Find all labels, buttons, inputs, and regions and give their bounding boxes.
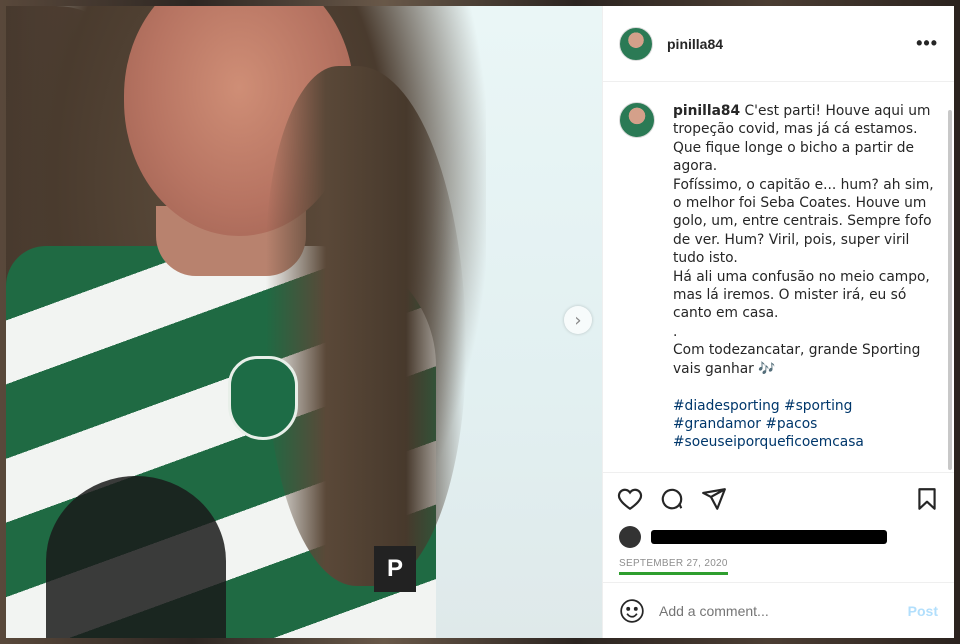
caption-line: canto em casa. bbox=[673, 305, 779, 322]
caption-line: Há ali uma confusão no meio campo, bbox=[673, 268, 930, 285]
emoji-icon[interactable] bbox=[619, 598, 645, 624]
caption-line: tropeção covid, mas já cá estamos. bbox=[673, 121, 918, 138]
photo-jersey-shadow bbox=[46, 476, 226, 638]
caption-line: pinilla84 C'est parti! Houve aqui um bbox=[673, 102, 934, 120]
more-icon[interactable]: ••• bbox=[916, 33, 938, 54]
caption-line: vais ganhar 🎶 bbox=[673, 360, 776, 377]
post-photo[interactable]: P › bbox=[6, 6, 602, 638]
next-photo-button[interactable]: › bbox=[564, 306, 592, 334]
post-modal: P › pinilla84 ••• pinilla84 C'est parti!… bbox=[6, 6, 954, 638]
comment-input[interactable] bbox=[659, 602, 908, 619]
post-caption: pinilla84 C'est parti! Houve aqui um tro… bbox=[673, 102, 934, 472]
caption-line: Que fique longe o bicho a partir de bbox=[673, 139, 915, 156]
share-icon[interactable] bbox=[701, 486, 727, 512]
caption-line: . bbox=[673, 323, 678, 340]
caption-line: agora. bbox=[673, 158, 718, 175]
add-comment-bar: Post bbox=[603, 582, 954, 638]
liker-avatar[interactable] bbox=[619, 526, 641, 548]
liked-by-row bbox=[603, 524, 954, 550]
caption-username[interactable]: pinilla84 bbox=[673, 103, 740, 119]
hashtag-line[interactable]: #soeuseiporqueficoemcasa bbox=[673, 433, 934, 451]
photo-jersey-badge: P bbox=[374, 546, 416, 592]
post-side-panel: pinilla84 ••• pinilla84 C'est parti! Hou… bbox=[602, 6, 954, 638]
post-date[interactable]: SEPTEMBER 27, 2020 bbox=[603, 550, 954, 582]
caption-line: tudo isto. bbox=[673, 250, 738, 267]
post-comment-button[interactable]: Post bbox=[908, 603, 938, 619]
comments-area: pinilla84 C'est parti! Houve aqui um tro… bbox=[603, 82, 954, 472]
caption-line: de ver. Hum? Viril, pois, super viril bbox=[673, 231, 910, 248]
photo-crest bbox=[228, 356, 298, 440]
comment-icon[interactable] bbox=[659, 486, 685, 512]
caption-text: C'est parti! Houve aqui um bbox=[744, 103, 931, 119]
caption-line: Com todezancatar, grande Sporting bbox=[673, 342, 921, 359]
redacted-likes-text bbox=[651, 530, 887, 544]
comments-scrollbar[interactable] bbox=[948, 110, 952, 470]
action-bar bbox=[603, 472, 954, 524]
post-header: pinilla84 ••• bbox=[603, 6, 954, 82]
caption-line: golo, um, entre centrais. Sempre fofo bbox=[673, 213, 932, 230]
author-username[interactable]: pinilla84 bbox=[667, 36, 723, 52]
post-date-text: SEPTEMBER 27, 2020 bbox=[619, 558, 728, 575]
heart-icon[interactable] bbox=[617, 486, 643, 512]
caption-avatar[interactable] bbox=[619, 102, 655, 138]
caption-line: mas lá iremos. O mister irá, eu só bbox=[673, 287, 907, 304]
next-arrow-icon: › bbox=[574, 309, 582, 331]
bookmark-icon[interactable] bbox=[914, 486, 940, 512]
caption-line: o melhor foi Seba Coates. Houve um bbox=[673, 195, 927, 212]
caption-line: Fofíssimo, o capitão e... hum? ah sim, bbox=[673, 176, 934, 193]
hashtag-line[interactable]: #diadesporting #sporting bbox=[673, 397, 934, 415]
author-avatar[interactable] bbox=[619, 26, 653, 61]
hashtag-line[interactable]: #grandamor #pacos bbox=[673, 415, 934, 433]
